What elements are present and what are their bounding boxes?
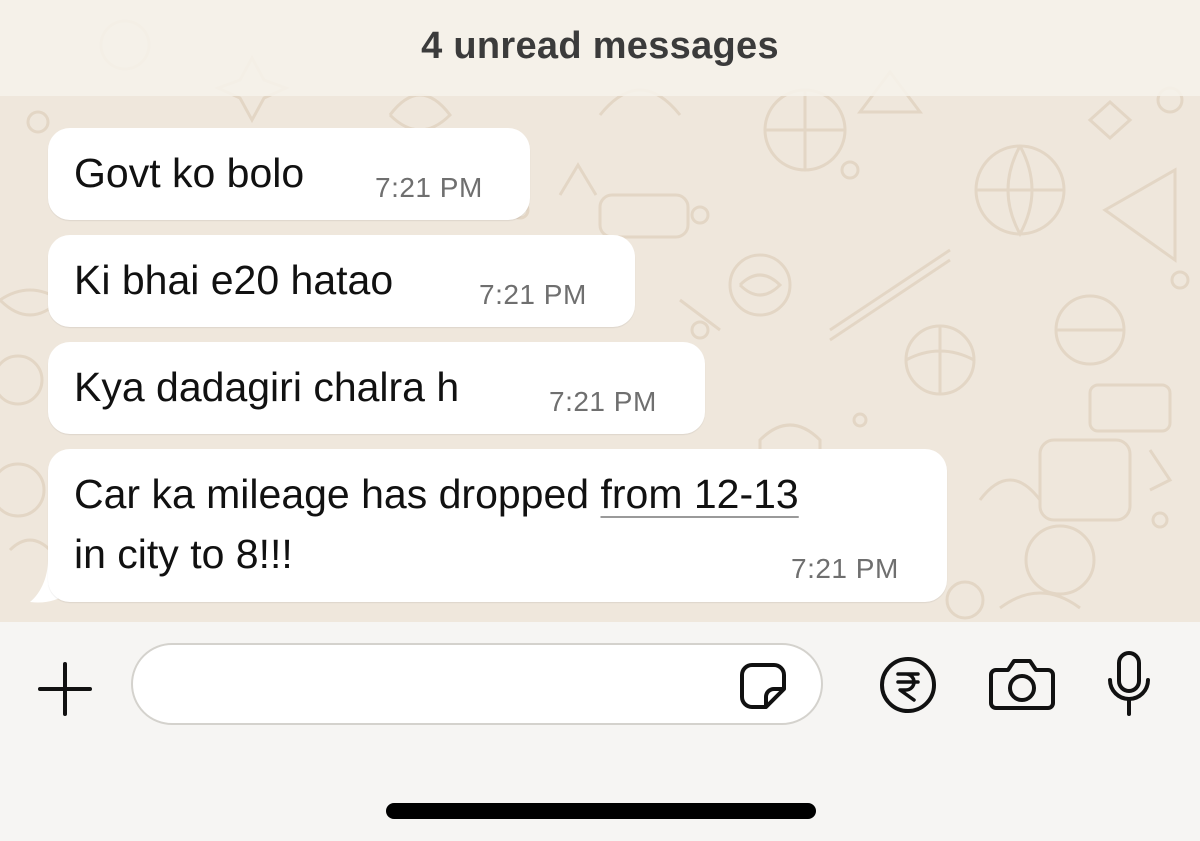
plus-icon[interactable] [36,660,94,718]
message-text: Car ka mileage has dropped from 12-13 [74,471,799,518]
home-indicator [386,803,816,819]
camera-icon[interactable] [988,656,1056,712]
message-timestamp: 7:21 PM [375,172,483,203]
message-composer [0,622,1200,841]
chat-area: 4 unread messages Govt ko bolo 7:21 PM K… [0,0,1200,622]
microphone-icon[interactable] [1105,650,1153,718]
unread-messages-text: 4 unread messages [421,24,779,67]
message-text: Govt ko bolo [74,150,305,196]
message-timestamp: 7:21 PM [549,386,657,417]
message-bubble[interactable]: Govt ko bolo 7:21 PM [48,128,530,220]
unread-messages-banner: 4 unread messages [0,0,1200,96]
message-link[interactable]: from 12-13 [600,471,798,517]
message-text: Ki bhai e20 hatao [74,257,394,303]
message-input-box[interactable] [131,643,823,725]
message-timestamp: 7:21 PM [791,553,899,584]
message-bubble[interactable]: Car ka mileage has dropped from 12-13 in… [48,449,947,602]
message-timestamp: 7:21 PM [479,279,587,310]
message-text-part: Car ka mileage has dropped [74,471,601,517]
sticker-icon[interactable] [738,661,788,711]
rupee-payment-icon[interactable] [878,655,938,715]
message-text-line2: in city to 8!!! [74,531,293,577]
message-text: Kya dadagiri chalra h [74,364,460,410]
message-bubble[interactable]: Kya dadagiri chalra h 7:21 PM [48,342,705,434]
message-bubble[interactable]: Ki bhai e20 hatao 7:21 PM [48,235,635,327]
message-input[interactable] [161,663,725,709]
